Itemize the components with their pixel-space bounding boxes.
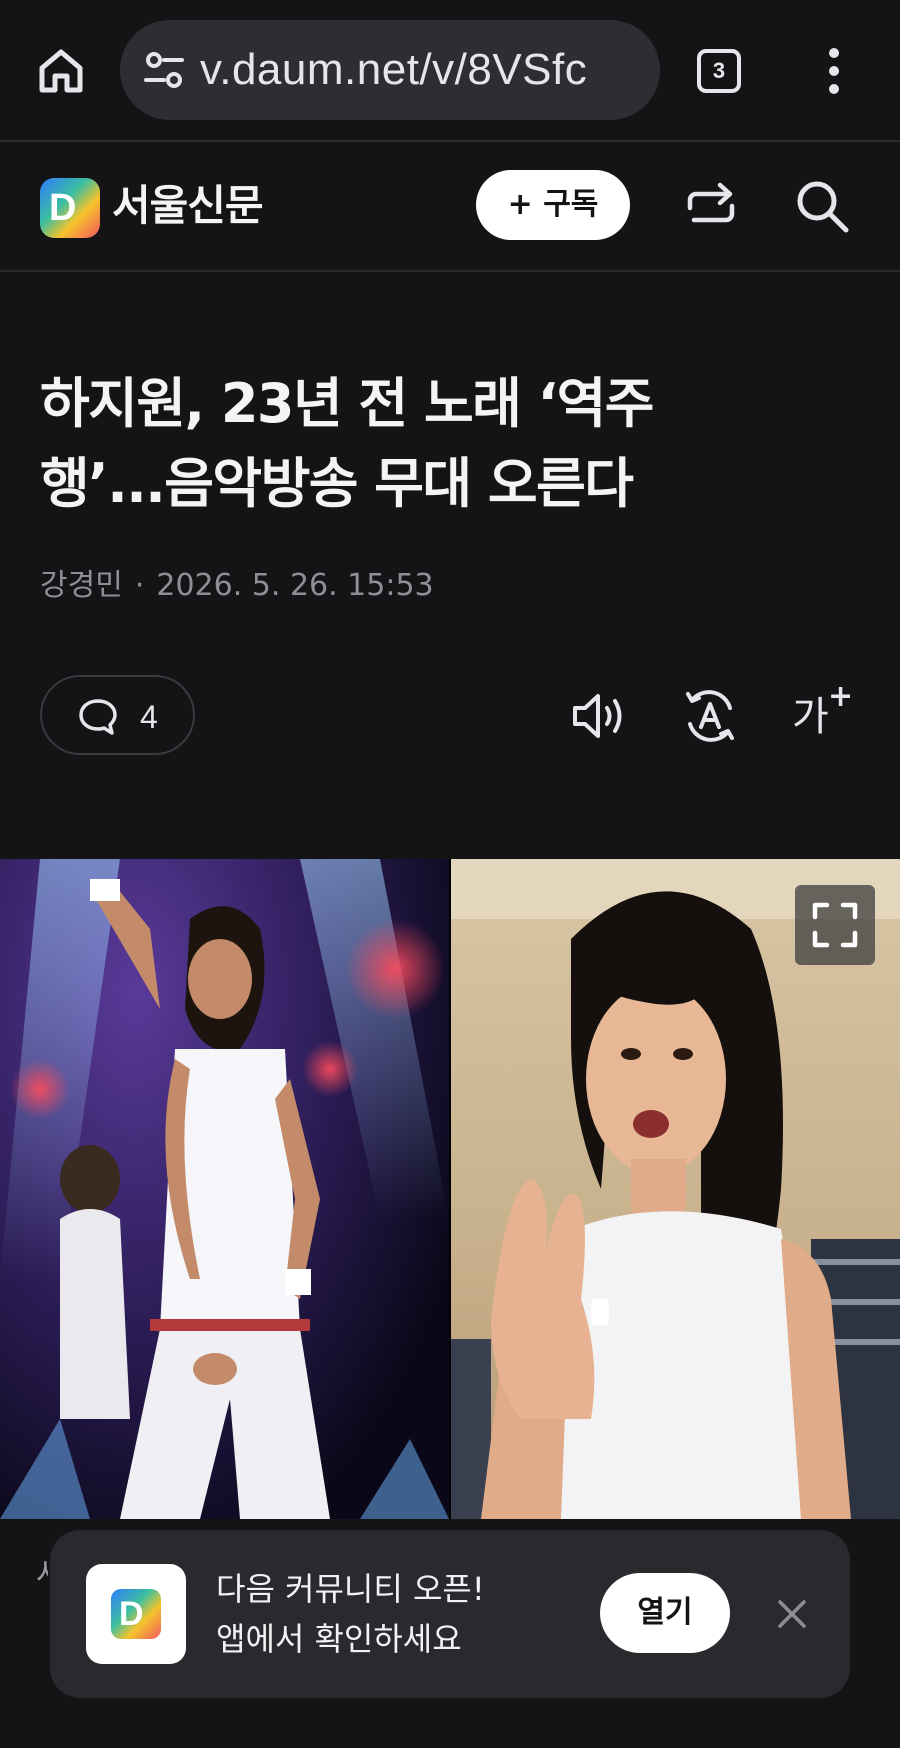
speaker-icon xyxy=(573,694,622,738)
text-to-speech-button[interactable] xyxy=(570,688,630,744)
banner-message-line-1: 다음 커뮤니티 오픈! xyxy=(216,1570,485,1608)
search-button[interactable] xyxy=(792,176,852,236)
daum-logo[interactable]: D xyxy=(40,178,100,238)
divider xyxy=(0,270,900,272)
photo-stage-performance xyxy=(0,859,449,1519)
more-vertical-icon[interactable] xyxy=(826,48,842,94)
banner-message-line-2: 앱에서 확인하세요 xyxy=(216,1620,462,1658)
daum-app-logo-letter: D xyxy=(119,1595,144,1633)
site-header: D 서울신문 + 구독 xyxy=(0,142,900,270)
comment-button[interactable]: 4 xyxy=(40,675,195,755)
app-promo-banner: D 다음 커뮤니티 오픈! 앱에서 확인하세요 열기 xyxy=(50,1530,850,1698)
article-title: 하지원, 23년 전 노래 ‘역주 행’...음악방송 무대 오른다 xyxy=(40,364,860,524)
daum-logo-letter: D xyxy=(49,187,77,229)
font-size-button[interactable]: 가 + xyxy=(790,682,854,746)
article-title-line-1: 하지원, 23년 전 노래 ‘역주 xyxy=(40,372,655,435)
font-size-plus: + xyxy=(828,679,854,714)
article-photo[interactable] xyxy=(0,859,900,1519)
share-button[interactable] xyxy=(682,178,740,236)
search-icon xyxy=(797,181,849,233)
comment-count: 4 xyxy=(140,699,158,735)
article-title-line-2: 행’...음악방송 무대 오른다 xyxy=(40,452,634,515)
open-app-button[interactable]: 열기 xyxy=(600,1573,730,1653)
banner-message: 다음 커뮤니티 오픈! 앱에서 확인하세요 xyxy=(216,1564,485,1664)
browser-toolbar: v.daum.net/v/8VSfc 3 xyxy=(0,0,900,141)
comment-icon xyxy=(79,699,117,735)
article-meta: 강경민 · 2026. 5. 26. 15:53 xyxy=(40,566,434,606)
daum-app-logo: D xyxy=(86,1564,186,1664)
close-banner-button[interactable] xyxy=(772,1594,812,1634)
subscribe-button[interactable]: + 구독 xyxy=(476,170,630,240)
translate-button[interactable] xyxy=(680,686,740,746)
home-icon xyxy=(39,49,83,93)
tab-switcher-button[interactable]: 3 xyxy=(697,49,741,93)
expand-icon xyxy=(812,902,858,948)
close-icon xyxy=(778,1600,806,1628)
publish-datetime: 2026. 5. 26. 15:53 xyxy=(156,568,434,603)
home-button[interactable] xyxy=(36,46,86,96)
tune-icon[interactable] xyxy=(142,48,186,92)
expand-photo-button[interactable] xyxy=(795,885,875,965)
stage-performance-illustration xyxy=(0,859,449,1519)
meta-separator: · xyxy=(134,568,145,603)
article-body-peek: 사 xyxy=(36,1555,48,1595)
address-bar[interactable]: v.daum.net/v/8VSfc xyxy=(120,20,660,120)
share-icon xyxy=(687,182,735,223)
url-text[interactable]: v.daum.net/v/8VSfc xyxy=(200,42,587,98)
author-name[interactable]: 강경민 xyxy=(40,568,123,603)
press-name[interactable]: 서울신문 xyxy=(112,176,264,236)
font-size-label: 가 xyxy=(792,694,829,740)
translate-icon xyxy=(686,690,734,742)
